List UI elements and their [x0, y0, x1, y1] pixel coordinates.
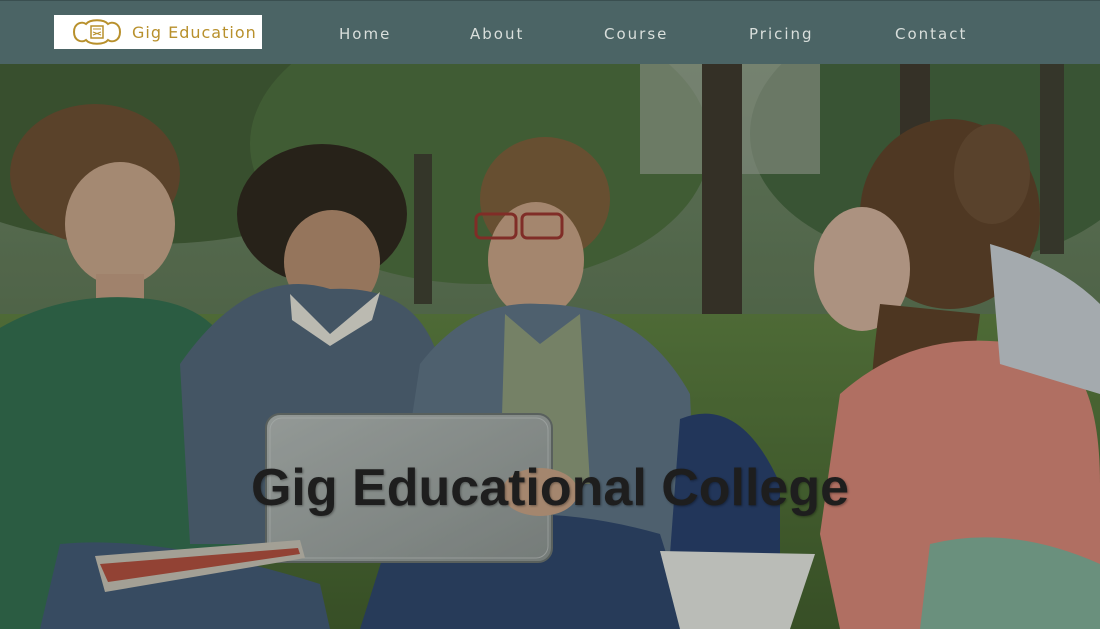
- site-header: Gig Education Home About Course Pricing …: [0, 0, 1100, 64]
- hero-section: Gig Educational College: [0, 64, 1100, 629]
- nav-pricing[interactable]: Pricing: [749, 25, 814, 43]
- hero-title: Gig Educational College: [250, 458, 850, 517]
- logo-emblem-icon: [72, 19, 122, 45]
- nav-home[interactable]: Home: [339, 25, 391, 43]
- brand-logo[interactable]: Gig Education: [54, 15, 262, 49]
- nav-contact[interactable]: Contact: [895, 25, 967, 43]
- nav-course[interactable]: Course: [604, 25, 668, 43]
- nav-about[interactable]: About: [470, 25, 524, 43]
- hero-background-image: [0, 64, 1100, 629]
- brand-name: Gig Education: [132, 22, 257, 42]
